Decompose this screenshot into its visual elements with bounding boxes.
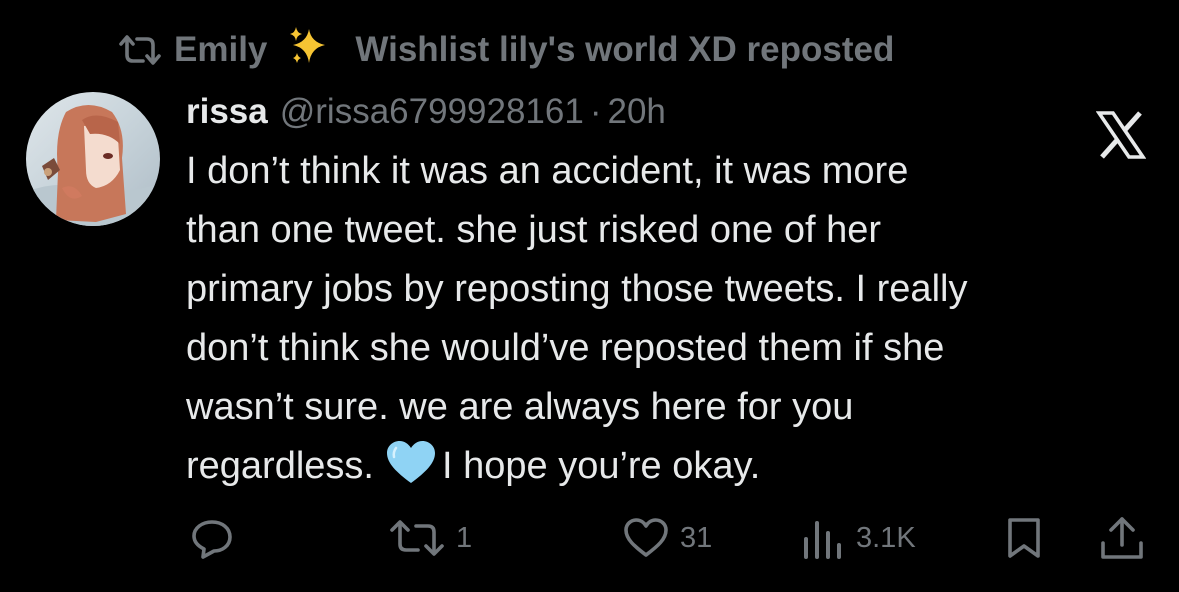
like-count: 31 (680, 521, 713, 554)
tweet-text-segment: I hope you’re okay. (441, 445, 761, 487)
light-blue-heart-icon (384, 438, 438, 504)
repost-banner[interactable]: Emily Wishlist lily's world XD reposted (118, 26, 894, 74)
reposter-name-rest[interactable]: Wishlist lily's world XD reposted (355, 30, 894, 70)
timestamp[interactable]: 20h (608, 92, 666, 132)
separator-dot: · (589, 92, 602, 131)
tweet-text-line: I don’t think it was an accident, it was… (186, 150, 909, 192)
tweet-text-line: than one tweet. she just risked one of h… (186, 209, 881, 251)
bookmark-button[interactable] (1002, 512, 1046, 564)
avatar[interactable] (26, 92, 160, 226)
tweet-text-line: wasn’t sure. we are always here for you (186, 386, 854, 428)
like-button[interactable]: 31 (622, 512, 712, 564)
share-button[interactable] (1098, 512, 1146, 564)
reply-button[interactable] (190, 512, 234, 564)
bookmark-icon (1002, 516, 1046, 560)
tweet-text: I don’t think it was an accident, it was… (186, 142, 1161, 504)
reposter-name[interactable]: Emily (174, 30, 267, 70)
repost-icon (118, 33, 162, 67)
views-button[interactable]: 3.1K (800, 512, 916, 564)
views-icon (800, 517, 846, 559)
share-icon (1098, 515, 1146, 561)
sparkles-icon (287, 25, 329, 76)
repost-count: 1 (456, 521, 473, 554)
tweet-header: rissa @rissa6799928161 · 20h (186, 84, 666, 140)
tweet-text-line: primary jobs by reposting those tweets. … (186, 268, 968, 310)
reply-icon (190, 517, 234, 559)
action-bar: 1 31 3.1K (0, 512, 1179, 564)
repost-button[interactable]: 1 (388, 512, 472, 564)
heart-outline-icon (622, 517, 670, 559)
views-count: 3.1K (856, 521, 916, 554)
author-name[interactable]: rissa (186, 92, 268, 132)
tweet-text-last-line: regardless. I hope you’re okay. (186, 437, 1161, 504)
tweet-text-segment: regardless. (186, 445, 374, 487)
repost-icon (388, 518, 446, 558)
author-handle[interactable]: @rissa6799928161 (280, 92, 584, 132)
tweet-text-line: don’t think she would’ve reposted them i… (186, 327, 945, 369)
